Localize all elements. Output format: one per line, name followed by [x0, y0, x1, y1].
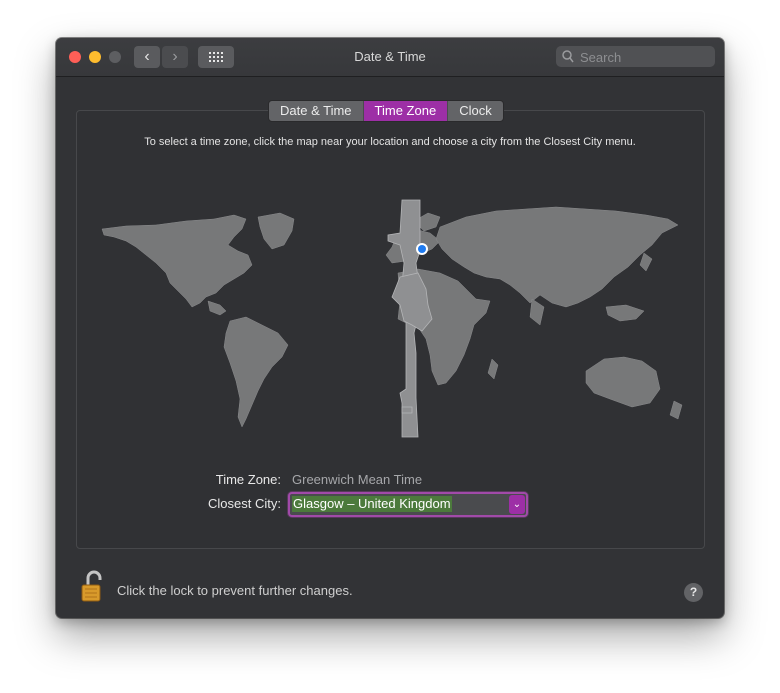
tab-bar: Date & Time Time Zone Clock — [268, 100, 504, 122]
chevron-down-icon[interactable]: ⌄ — [509, 495, 525, 514]
time-zone-value: Greenwich Mean Time — [292, 472, 423, 487]
tab-time-zone[interactable]: Time Zone — [363, 101, 449, 121]
world-map[interactable] — [96, 193, 686, 448]
title-bar: ‹ › Date & Time — [56, 38, 724, 77]
help-icon[interactable]: ? — [684, 583, 703, 602]
instructions-text: To select a time zone, click the map nea… — [144, 136, 636, 148]
preferences-window: ‹ › Date & Time Date & Time Time Zone Cl… — [56, 38, 724, 618]
search-icon — [562, 50, 574, 63]
time-zone-label: Time Zone: — [215, 472, 281, 487]
tab-clock[interactable]: Clock — [448, 101, 503, 121]
search-input[interactable] — [578, 47, 712, 67]
search-field[interactable] — [556, 46, 715, 67]
closest-city-label: Closest City: — [208, 496, 281, 511]
closest-city-field[interactable]: Glasgow – United Kingdom ⌄ — [288, 492, 528, 517]
lock-message: Click the lock to prevent further change… — [117, 583, 353, 598]
tab-date-time[interactable]: Date & Time — [269, 101, 364, 121]
lock-open-icon[interactable] — [80, 570, 106, 602]
closest-city-value[interactable]: Glasgow – United Kingdom — [292, 496, 452, 512]
